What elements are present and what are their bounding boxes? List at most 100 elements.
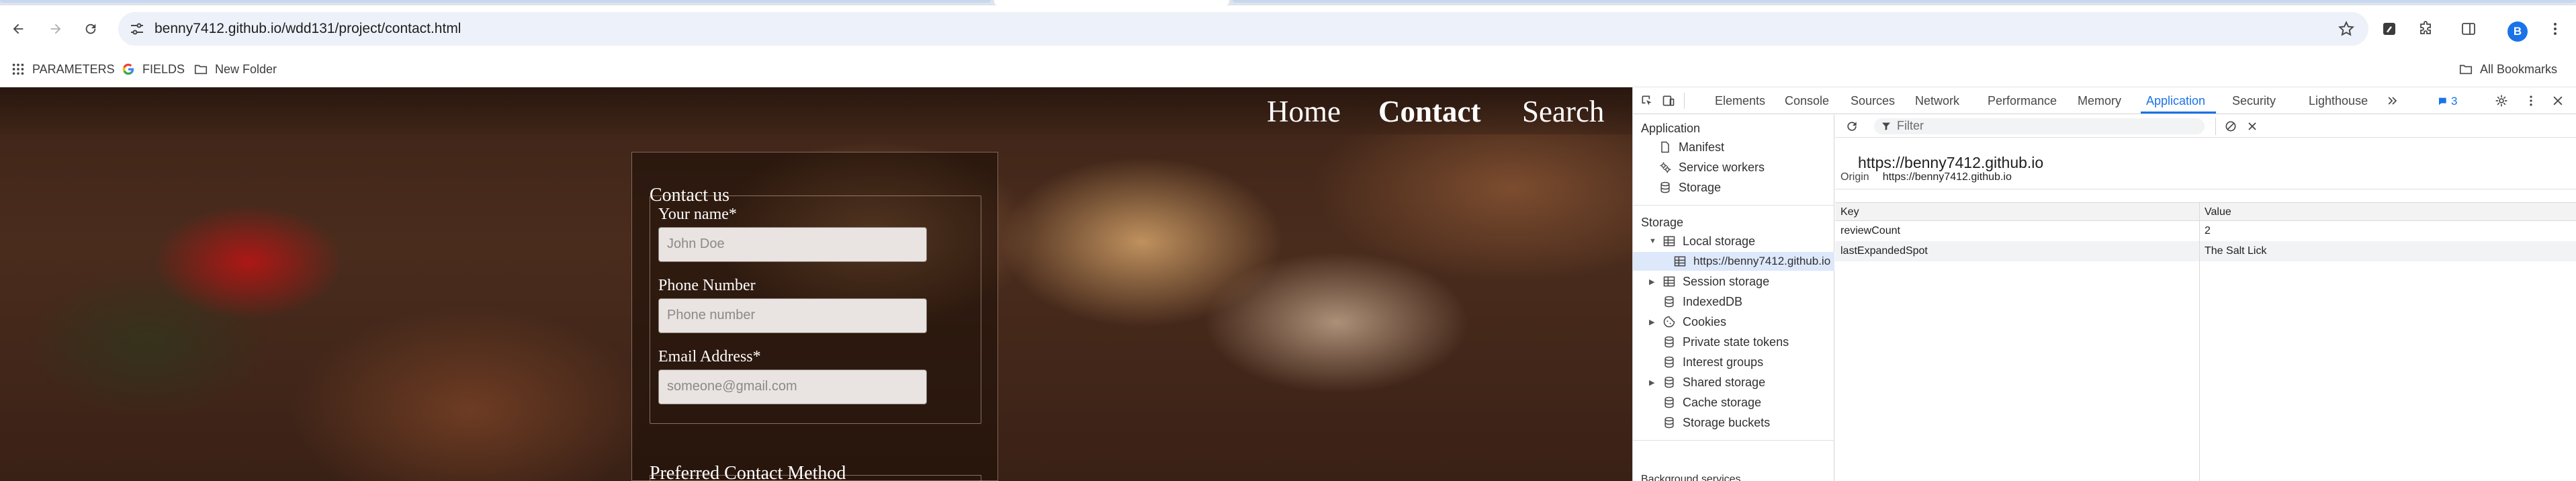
bookmark-new-folder[interactable]: New Folder xyxy=(193,60,277,78)
tab-active[interactable] xyxy=(994,0,1229,5)
cookie-icon xyxy=(1663,316,1675,328)
database-icon xyxy=(1660,181,1670,193)
row-key[interactable]: lastExpandedSpot xyxy=(1840,245,1928,257)
filter-input[interactable]: Filter xyxy=(1874,118,2205,134)
browser-toolbar: benny7412.github.io/wdd131/project/conta… xyxy=(0,5,2576,52)
refresh-button[interactable] xyxy=(1845,119,1859,134)
collapsed-triangle-icon[interactable]: ▶ xyxy=(1649,318,1656,326)
forward-button[interactable] xyxy=(43,16,69,42)
devtools-close-button[interactable] xyxy=(2550,93,2565,108)
tab-application[interactable]: Application xyxy=(2146,94,2205,108)
sidebar-item-cookies[interactable]: ▶ Cookies xyxy=(1649,312,1726,331)
nav-home-link[interactable]: Home xyxy=(1267,94,1341,129)
tab-inactive[interactable] xyxy=(0,0,991,3)
profile-avatar[interactable]: B xyxy=(2507,21,2528,42)
sidebar-item-local-origin[interactable]: https://benny7412.github.io xyxy=(1633,252,1834,271)
tab-console[interactable]: Console xyxy=(1785,94,1829,108)
tab-sources[interactable]: Sources xyxy=(1851,94,1895,108)
name-input[interactable]: John Doe xyxy=(658,227,927,262)
reload-icon xyxy=(85,24,96,34)
sidebar-toggle-button[interactable] xyxy=(2457,17,2480,40)
site-nav: Home Contact Search xyxy=(0,87,1632,134)
device-toolbar-button[interactable] xyxy=(1661,93,1676,108)
sidebar-item-label: Local storage xyxy=(1683,234,1756,248)
row-key[interactable]: reviewCount xyxy=(1840,225,1900,237)
browser-menu-button[interactable] xyxy=(2544,17,2567,40)
forward-arrow-icon xyxy=(50,24,61,34)
database-icon xyxy=(1664,376,1674,388)
tab-security[interactable]: Security xyxy=(2232,94,2276,108)
devtools-settings-button[interactable] xyxy=(2494,93,2509,108)
collapsed-triangle-icon[interactable]: ▶ xyxy=(1649,277,1656,286)
row-value[interactable]: The Salt Lick xyxy=(2205,245,2266,257)
active-tab-indicator xyxy=(2141,112,2216,114)
origin-value: https://benny7412.github.io xyxy=(1882,171,2012,183)
phone-input[interactable]: Phone number xyxy=(658,298,927,333)
toolbar-divider xyxy=(1684,93,1685,109)
contact-method-legend: Preferred Contact Method xyxy=(650,463,846,481)
document-icon xyxy=(1661,141,1669,153)
sidebar-item-label: Interest groups xyxy=(1683,355,1764,369)
back-button[interactable] xyxy=(5,16,31,42)
inspect-cursor-icon xyxy=(1642,95,1652,105)
close-icon xyxy=(2248,122,2256,130)
sidebar-item-storage[interactable]: Storage xyxy=(1658,178,1721,197)
clear-all-button[interactable] xyxy=(2223,119,2238,134)
google-g-icon xyxy=(122,63,134,75)
address-bar[interactable]: benny7412.github.io/wdd131/project/conta… xyxy=(118,12,2368,46)
tab-elements[interactable]: Elements xyxy=(1715,94,1765,108)
name-label: Your name* xyxy=(658,206,737,223)
column-header-value[interactable]: Value xyxy=(2205,206,2231,218)
column-divider[interactable] xyxy=(2199,202,2200,481)
tab-network[interactable]: Network xyxy=(1915,94,1959,108)
table-row[interactable]: lastExpandedSpot The Salt Lick xyxy=(1835,241,2576,261)
column-header-key[interactable]: Key xyxy=(1840,206,1859,218)
table-row[interactable]: reviewCount 2 xyxy=(1835,221,2576,241)
database-icon xyxy=(1664,417,1674,429)
nav-contact-link[interactable]: Contact xyxy=(1378,94,1480,129)
double-chevron-icon xyxy=(2388,97,2397,105)
database-icon xyxy=(1664,356,1674,368)
contact-fieldset: Your name* John Doe Phone Number Phone n… xyxy=(650,195,981,424)
tab-lighthouse[interactable]: Lighthouse xyxy=(2309,94,2368,108)
sidebar-item-label: Session storage xyxy=(1683,274,1770,288)
devtools-menu-button[interactable] xyxy=(2524,93,2538,108)
filter-funnel-icon xyxy=(1882,122,1890,130)
storage-view: Filter https://benny7412.github.io Origi… xyxy=(1835,115,2576,481)
url-text[interactable]: benny7412.github.io/wdd131/project/conta… xyxy=(154,21,461,37)
issues-counter[interactable]: 3 xyxy=(2438,95,2457,108)
reload-button[interactable] xyxy=(78,16,103,42)
extension-button[interactable] xyxy=(2378,17,2401,40)
sidebar-item-local-storage[interactable]: ▼ Local storage xyxy=(1649,232,1755,251)
tab-inactive[interactable] xyxy=(1233,0,2576,3)
expanded-triangle-icon[interactable]: ▼ xyxy=(1649,237,1656,245)
bookmark-fields[interactable]: FIELDS xyxy=(121,60,185,78)
tab-performance[interactable]: Performance xyxy=(1988,94,2057,108)
tab-memory[interactable]: Memory xyxy=(2078,94,2121,108)
nav-search-link[interactable]: Search xyxy=(1522,94,1604,129)
sidebar-item-indexeddb[interactable]: IndexedDB xyxy=(1662,292,1742,311)
sidebar-item-cache-storage[interactable]: Cache storage xyxy=(1662,393,1761,412)
sidebar-item-shared-storage[interactable]: ▶ Shared storage xyxy=(1649,373,1765,392)
inspect-element-button[interactable] xyxy=(1640,93,1654,108)
email-input[interactable]: someone@gmail.com xyxy=(658,369,927,404)
sidebar-item-storage-buckets[interactable]: Storage buckets xyxy=(1662,413,1770,432)
site-info-icon[interactable] xyxy=(129,21,145,37)
database-icon xyxy=(1664,336,1674,348)
row-value[interactable]: 2 xyxy=(2205,225,2211,237)
sidebar-item-label: Storage xyxy=(1679,180,1722,194)
sidebar-item-private-state-tokens[interactable]: Private state tokens xyxy=(1662,333,1789,351)
sidebar-item-manifest[interactable]: Manifest xyxy=(1658,138,1724,157)
delete-selected-button[interactable] xyxy=(2245,119,2260,134)
folder-icon xyxy=(194,64,208,75)
extensions-menu-button[interactable] xyxy=(2414,17,2437,40)
sidebar-item-session-storage[interactable]: ▶ Session storage xyxy=(1649,272,1769,291)
sidebar-item-interest-groups[interactable]: Interest groups xyxy=(1662,353,1763,371)
bookmark-parameters[interactable]: PARAMETERS xyxy=(11,60,115,78)
all-bookmarks-button[interactable]: All Bookmarks xyxy=(2458,60,2557,78)
more-tabs-button[interactable] xyxy=(2385,93,2400,108)
sidebar-item-service-workers[interactable]: Service workers xyxy=(1658,158,1765,177)
bookmark-star-icon[interactable] xyxy=(2338,20,2355,38)
collapsed-triangle-icon[interactable]: ▶ xyxy=(1649,378,1656,387)
email-label: Email Address* xyxy=(658,348,761,365)
